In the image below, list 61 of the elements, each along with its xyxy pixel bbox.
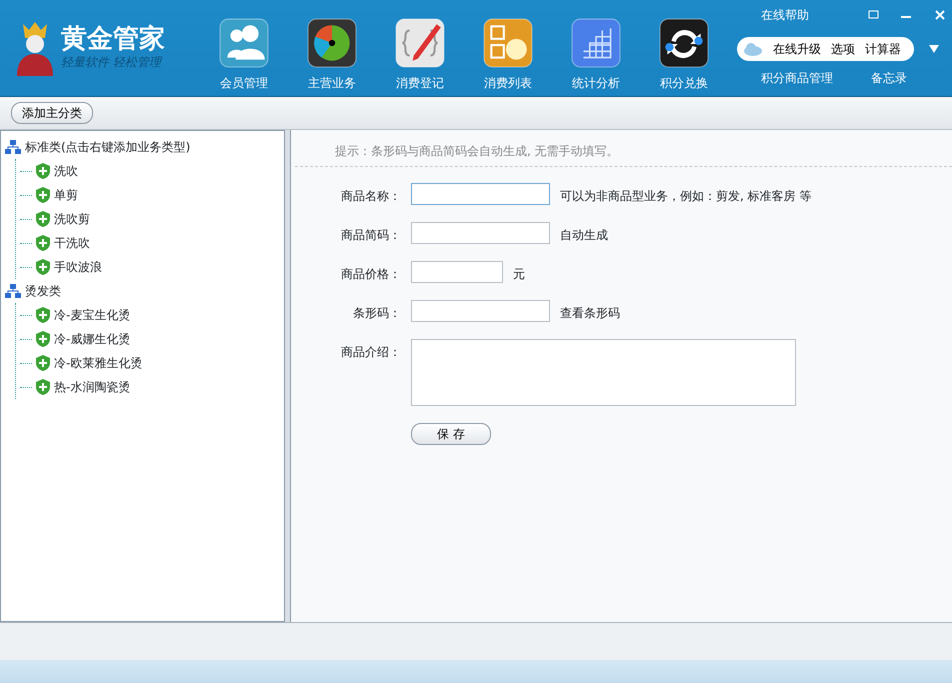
shield-icon (36, 187, 50, 203)
input-field[interactable] (411, 222, 550, 244)
menu-link[interactable]: 选项 (831, 40, 855, 58)
hint-text: 提示：条形码与商品简码会自动生成, 无需手动填写。 (295, 142, 952, 167)
pencil-icon (395, 18, 445, 68)
app-title: 黄金管家 (61, 24, 165, 54)
hierarchy-icon (5, 140, 21, 154)
king-icon (15, 20, 55, 76)
shield-icon (36, 307, 50, 323)
shield-icon (36, 163, 50, 179)
text-area[interactable] (411, 339, 796, 406)
app-slogan: 轻量软件 轻松管理 (61, 54, 164, 72)
tree-item[interactable]: 冷-威娜生化烫 (16, 327, 280, 351)
menu-link[interactable]: 计算器 (865, 40, 901, 58)
add-category-button[interactable]: 添加主分类 (11, 102, 93, 124)
shield-icon (36, 355, 50, 371)
header-link[interactable]: 积分商品管理 (761, 69, 833, 87)
people-icon (219, 18, 269, 68)
help-link[interactable]: 在线帮助 (761, 6, 809, 24)
tree-item[interactable]: 热-水润陶瓷烫 (16, 375, 280, 399)
field-label: 商品介绍： (340, 344, 401, 361)
grid-chart-icon (571, 18, 621, 68)
close-icon[interactable] (934, 9, 946, 21)
tree-item[interactable]: 干洗吹 (16, 231, 280, 255)
shield-icon (36, 235, 50, 251)
tree-item[interactable]: 洗吹剪 (16, 207, 280, 231)
input-field[interactable] (411, 300, 550, 322)
nav-button[interactable]: 消费登记 (376, 18, 464, 96)
tree-item[interactable]: 手吹波浪 (16, 255, 280, 279)
input-field[interactable] (411, 261, 503, 283)
field-label: 条形码： (352, 305, 401, 322)
shield-icon (36, 331, 50, 347)
tree-item[interactable]: 单剪 (16, 183, 280, 207)
nav-button[interactable]: 积分兑换 (640, 18, 728, 96)
nav-button[interactable]: 统计分析 (552, 18, 640, 96)
dropdown-icon[interactable] (928, 44, 940, 54)
tree-item[interactable]: 冷-欧莱雅生化烫 (16, 351, 280, 375)
save-button[interactable]: 保 存 (411, 423, 491, 445)
nav-button[interactable]: 消费列表 (464, 18, 552, 96)
field-label: 商品名称： (340, 188, 401, 205)
shield-icon (36, 379, 50, 395)
field-label: 商品简码： (340, 227, 401, 244)
nav-button[interactable]: 主营业务 (288, 18, 376, 96)
tree-node[interactable]: 标准类(点击右键添加业务类型) (5, 135, 280, 159)
nav-button[interactable]: 会员管理 (200, 18, 288, 96)
field-note: 查看条形码 (560, 305, 620, 322)
hierarchy-icon (5, 284, 21, 298)
shield-icon (36, 211, 50, 227)
input-field[interactable] (411, 183, 550, 205)
tree-item[interactable]: 冷-麦宝生化烫 (16, 303, 280, 327)
refresh-icon (659, 18, 709, 68)
header-link[interactable]: 备忘录 (871, 69, 907, 87)
field-note: 可以为非商品型业务，例如：剪发, 标准客房 等 (560, 188, 812, 205)
field-label: 商品价格： (340, 266, 401, 283)
cloud-icon (743, 42, 763, 56)
menu-link[interactable]: 在线升级 (773, 40, 821, 58)
shield-icon (36, 259, 50, 275)
tree-node[interactable]: 烫发类 (5, 279, 280, 303)
field-note: 元 (513, 266, 525, 283)
tree-item[interactable]: 洗吹 (16, 159, 280, 183)
field-note: 自动生成 (560, 227, 608, 244)
